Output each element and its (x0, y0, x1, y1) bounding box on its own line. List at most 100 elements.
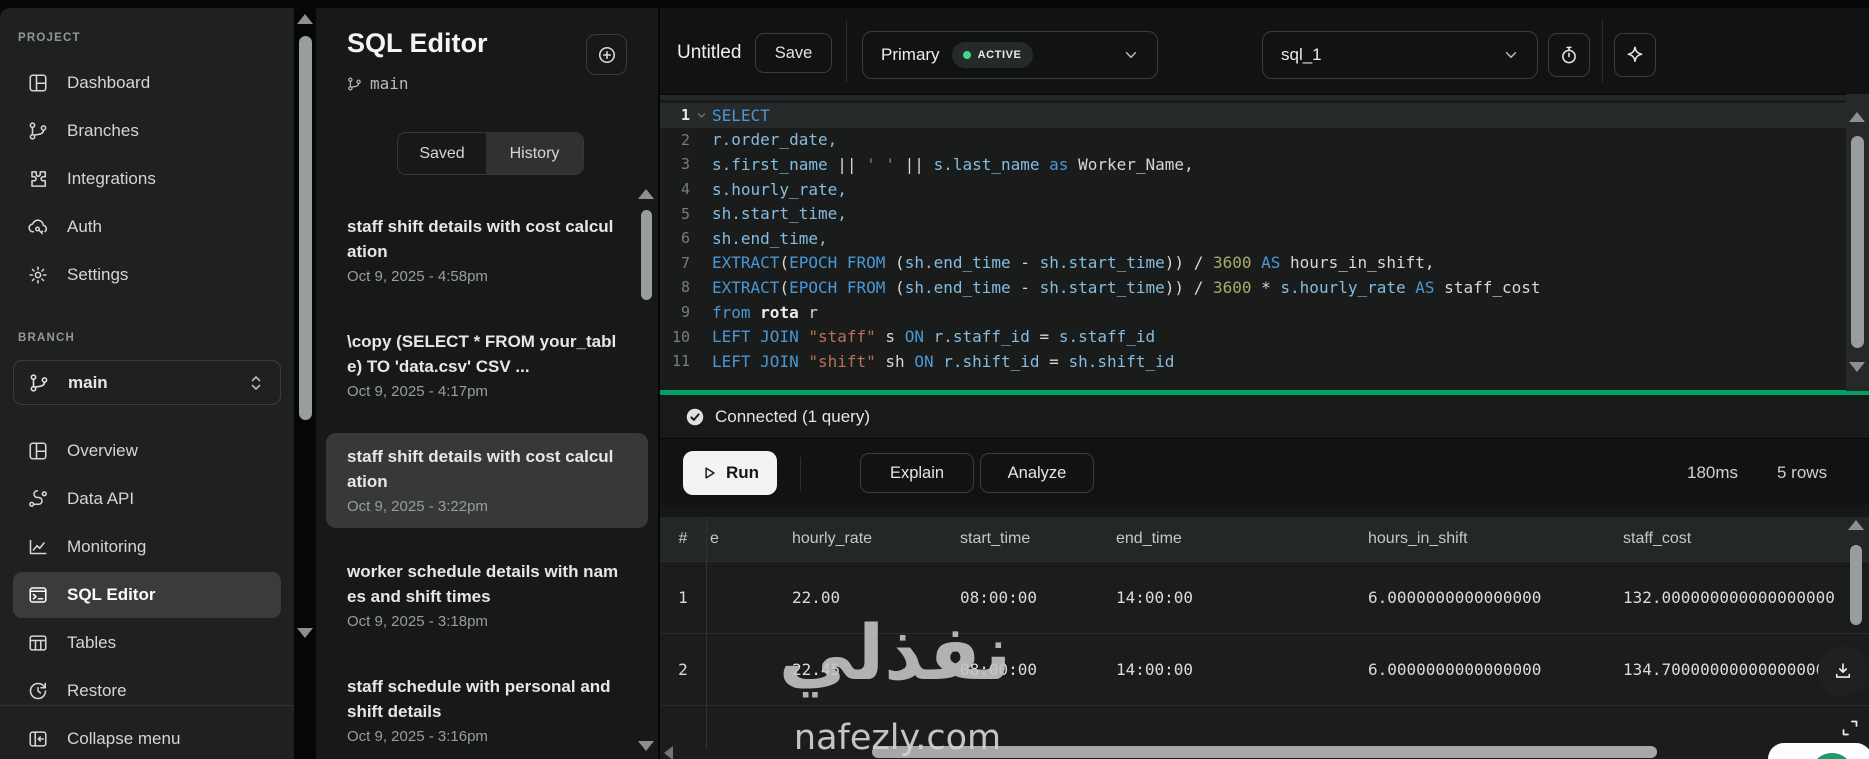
table-scrollbar-thumb[interactable] (1850, 545, 1862, 625)
data-api-icon (28, 489, 48, 509)
sidebar-item-integrations[interactable]: Integrations (13, 156, 281, 202)
sidebar-scroll-up-arrow[interactable] (297, 14, 313, 24)
history-item[interactable]: staff shift details with cost calculatio… (326, 433, 648, 528)
code-text: LEFT JOIN "staff" s ON r.staff_id = s.st… (712, 327, 1156, 347)
ai-assist-button[interactable] (1614, 33, 1656, 77)
sidebar-scroll-down-arrow[interactable] (297, 628, 313, 638)
sidebar-item-label: Overview (67, 441, 138, 460)
project-section-label: PROJECT (18, 32, 81, 44)
history-item[interactable]: staff shift details with cost calculatio… (326, 203, 648, 298)
sidebar-item-label: Data API (67, 489, 135, 508)
sql-code-editor[interactable]: 1 SELECT 2 r.order_date, 3 s.first_name || ' … (660, 94, 1869, 398)
table-row: 2 22.45 08:00:00 14:00:00 6.0000000000000000… (660, 634, 1869, 706)
sidebar-item-sql-editor[interactable]: SQL Editor (13, 572, 281, 618)
sidebar-item-monitoring[interactable]: Monitoring (13, 524, 281, 570)
code-area: 1 SELECT 2 r.order_date, 3 s.first_name || ' … (660, 103, 1869, 374)
sparkle-icon (1625, 45, 1645, 65)
history-item[interactable]: staff schedule with personal and shift d… (326, 663, 648, 758)
history-item-title: staff schedule with personal and shift d… (347, 677, 611, 721)
history-item[interactable]: \copy (SELECT * FROM your_table) TO 'dat… (326, 318, 648, 413)
sidebar-item-label: Restore (67, 681, 127, 700)
sidebar-item-label: Tables (67, 633, 117, 652)
history-item-title: worker schedule details with names and s… (347, 562, 619, 606)
code-line: 3 s.first_name || ' ' || s.last_name as W… (660, 152, 1869, 177)
table-scroll-up-arrow[interactable] (1848, 520, 1864, 530)
table-scroll-left-arrow[interactable] (664, 746, 673, 759)
code-line: 9 from rota r (660, 300, 1869, 325)
editor-scroll-up-arrow[interactable] (1849, 112, 1865, 122)
sidebar-item-restore[interactable]: Restore (13, 668, 281, 714)
sidebar-item-label: SQL Editor (67, 585, 156, 604)
database-selector[interactable]: Primary ACTIVE (862, 31, 1158, 79)
query-history-button[interactable] (1548, 33, 1590, 77)
branch-selector[interactable]: main (13, 360, 281, 405)
line-number: 11 (671, 352, 690, 371)
watermark-logo-circle (1806, 749, 1858, 759)
table-cell: 14:00:00 (1116, 660, 1194, 679)
column-header: # (678, 530, 688, 547)
sidebar-item-branches[interactable]: Branches (13, 108, 281, 154)
query-tab-selector[interactable]: sql_1 (1262, 31, 1538, 79)
sidebar-item-tables[interactable]: Tables (13, 620, 281, 666)
query-title[interactable]: Untitled (677, 42, 741, 64)
sidebar: PROJECT Dashboard Branches Integrations Aut… (0, 8, 294, 759)
code-line: 5 sh.start_time, (660, 201, 1869, 226)
tables-icon (28, 633, 48, 653)
history-item-title: staff shift details with cost calculatio… (347, 447, 614, 491)
download-results-button[interactable] (1818, 646, 1868, 696)
code-line: 7 EXTRACT(EPOCH FROM (sh.end_time - sh.st… (660, 251, 1869, 276)
sidebar-divider (0, 705, 294, 706)
active-status-label: ACTIVE (977, 49, 1022, 61)
overview-icon (28, 441, 48, 461)
code-text: s.hourly_rate, (712, 179, 847, 199)
history-item-title: staff shift details with cost calculatio… (347, 217, 614, 261)
panel-branch-name: main (370, 74, 409, 93)
column-header: hours_in_shift (1368, 530, 1468, 547)
sidebar-item-settings[interactable]: Settings (13, 252, 281, 298)
tab-history[interactable]: History (486, 133, 583, 174)
code-line: 6 sh.end_time, (660, 226, 1869, 251)
expand-results-button[interactable] (1836, 714, 1864, 742)
code-line: 2 r.order_date, (660, 128, 1869, 153)
history-item[interactable]: worker schedule details with names and s… (326, 548, 648, 643)
sidebar-scrollbar-thumb[interactable] (299, 36, 312, 420)
run-button[interactable]: Run (683, 451, 777, 495)
code-line: 1 SELECT (660, 103, 1869, 128)
analyze-button[interactable]: Analyze (980, 453, 1094, 493)
plus-circle-icon (595, 43, 618, 66)
sidebar-item-dashboard[interactable]: Dashboard (13, 60, 281, 106)
tab-saved[interactable]: Saved (398, 133, 486, 174)
sidebar-item-overview[interactable]: Overview (13, 428, 281, 474)
stopwatch-icon (1559, 45, 1579, 65)
sidebar-item-collapse-menu[interactable]: Collapse menu (13, 716, 281, 759)
history-item-title: \copy (SELECT * FROM your_table) TO 'dat… (347, 332, 617, 376)
history-scrollbar-thumb[interactable] (641, 210, 652, 300)
table-cell: 08:00:00 (960, 588, 1038, 607)
editor-scrollbar-thumb[interactable] (1851, 136, 1864, 348)
fold-chevron-icon[interactable] (690, 110, 712, 121)
check-circle-icon (685, 407, 705, 427)
chevron-down-icon (1501, 45, 1521, 65)
table-cell: 132.000000000000000000 (1623, 588, 1835, 607)
table-cell: 1 (678, 588, 688, 607)
history-item-date: Oct 9, 2025 - 4:17pm (347, 383, 488, 400)
history-list: staff shift details with cost calculatio… (316, 203, 658, 759)
branch-nav-list: Overview Data API Monitoring SQL Editor Tabl… (13, 428, 281, 716)
editor-scroll-down-arrow[interactable] (1849, 362, 1865, 372)
project-nav-list: Dashboard Branches Integrations Auth Setting… (13, 60, 281, 300)
line-number: 7 (680, 253, 690, 272)
table-cell: 08:00:00 (960, 660, 1038, 679)
line-number: 5 (680, 204, 690, 223)
save-button[interactable]: Save (755, 33, 832, 73)
sidebar-item-auth[interactable]: Auth (13, 204, 281, 250)
new-query-button[interactable] (586, 34, 627, 75)
explain-button[interactable]: Explain (860, 453, 974, 493)
collapse-panel-icon (28, 729, 48, 749)
sidebar-item-data-api[interactable]: Data API (13, 476, 281, 522)
history-scroll-up-arrow[interactable] (638, 189, 654, 199)
run-bar-divider (800, 457, 801, 491)
table-hscrollbar-thumb[interactable] (872, 746, 1657, 758)
column-header: hourly_rate (792, 530, 873, 547)
row-number-column-border (706, 517, 707, 749)
history-scroll-down-arrow[interactable] (638, 741, 654, 751)
